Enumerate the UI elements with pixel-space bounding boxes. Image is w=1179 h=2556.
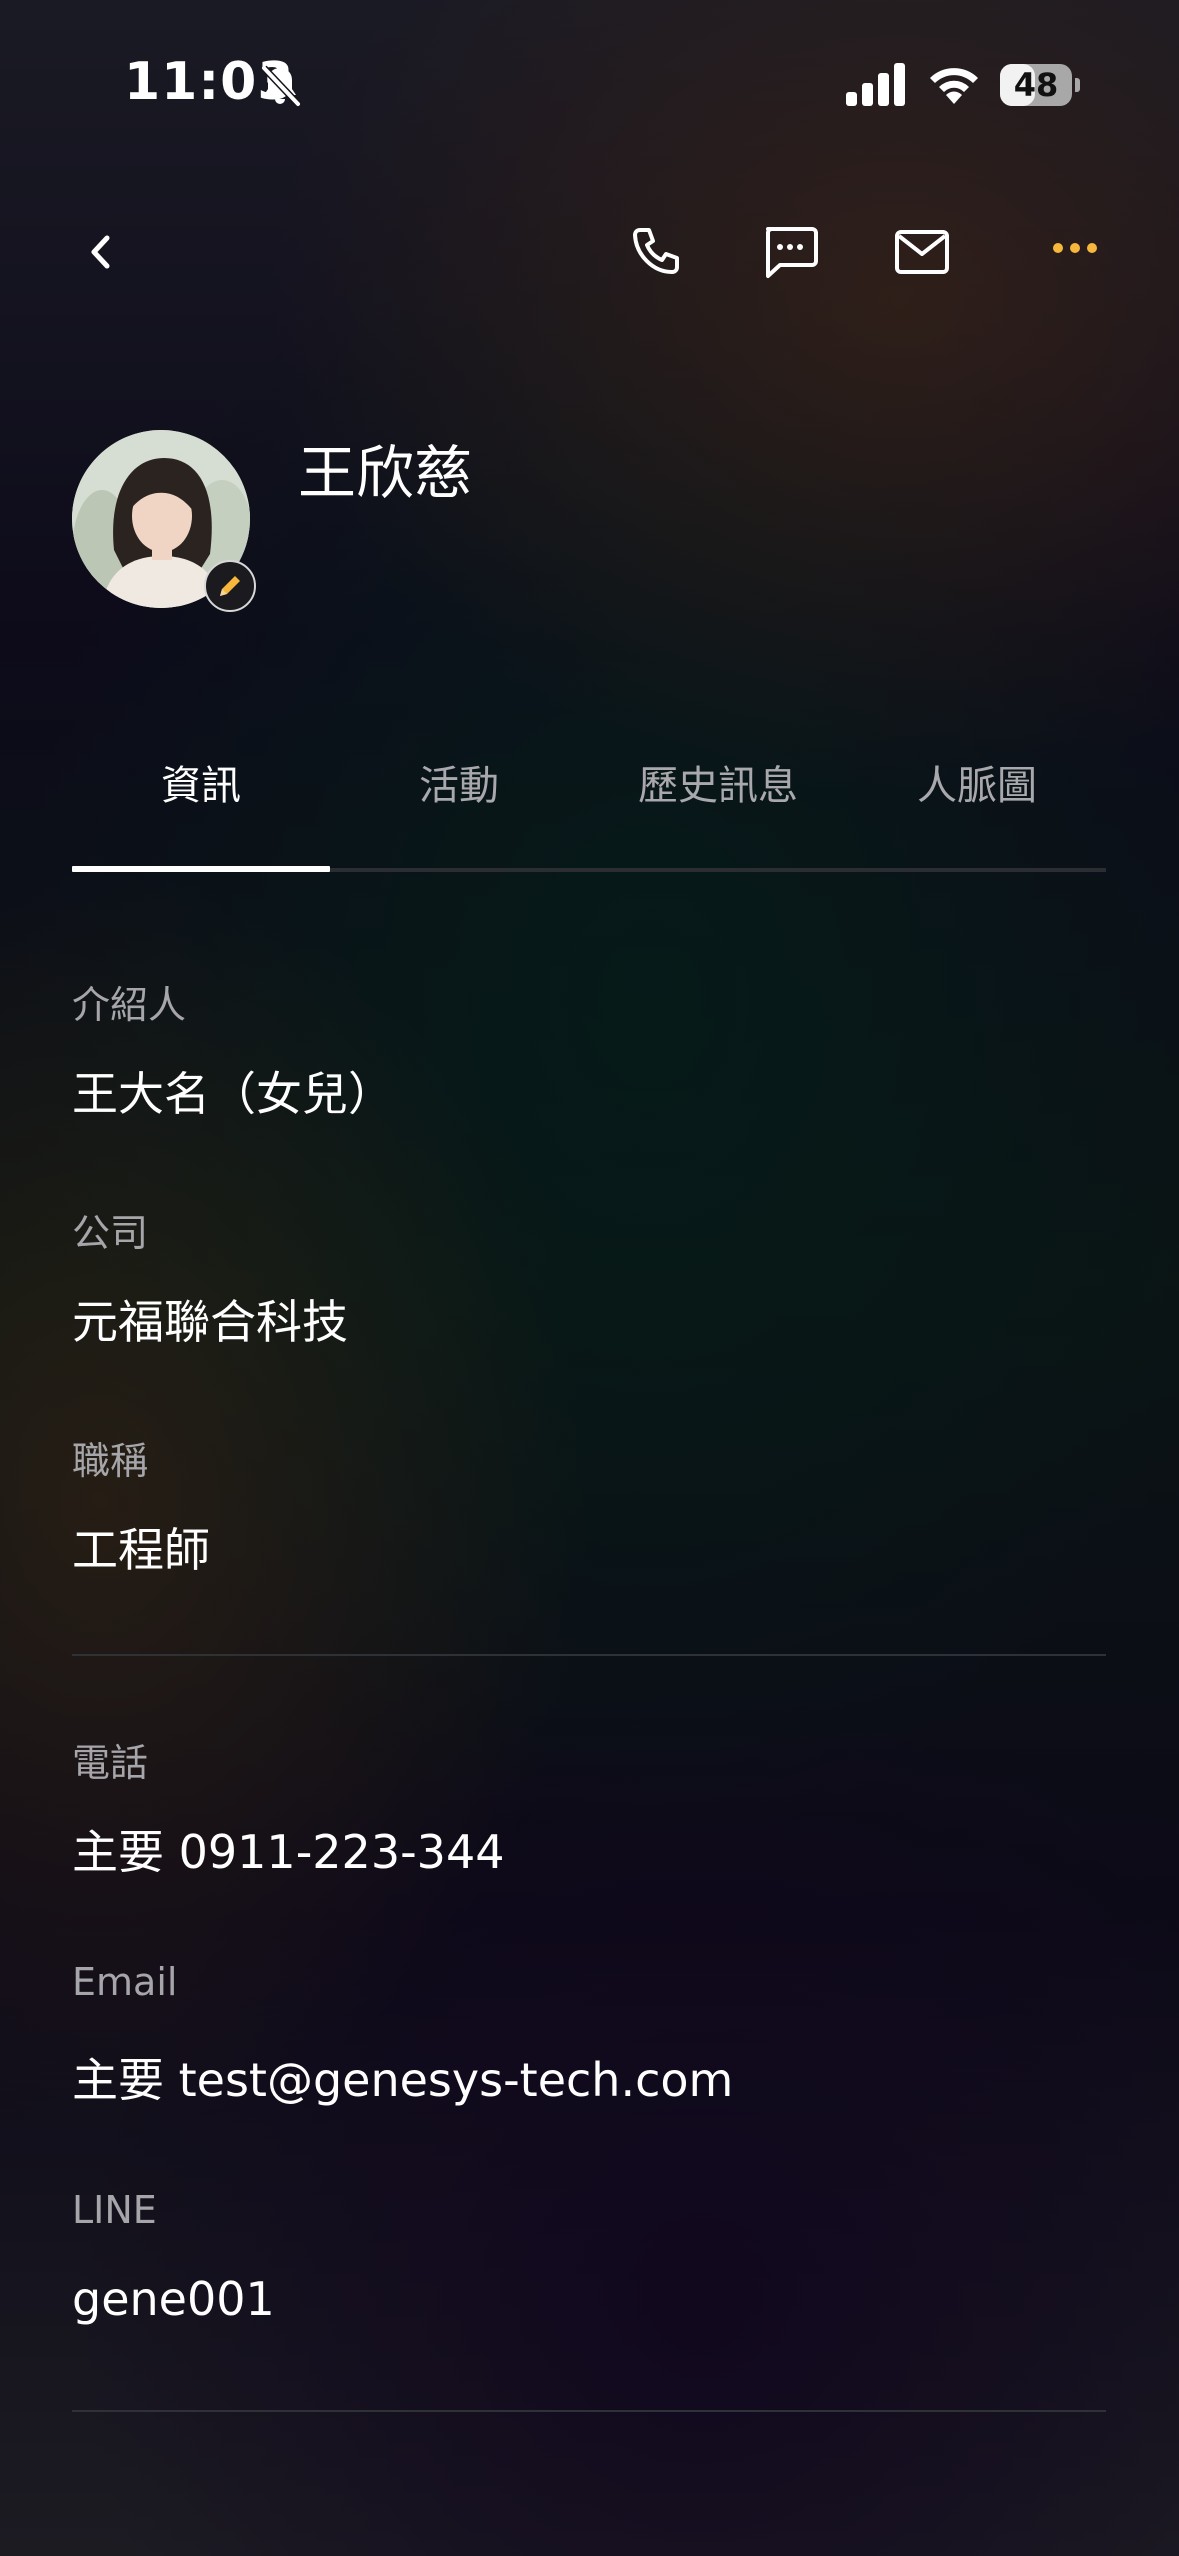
cellular-signal-icon [844,62,906,106]
phone-label: 電話 [72,1741,149,1785]
tab-info[interactable]: 資訊 [72,756,330,816]
email-value[interactable]: 主要 test@genesys-tech.com [72,2044,733,2110]
pencil-icon [220,576,240,596]
envelope-icon [895,230,949,274]
tab-bar: 資訊 活動 歷史訊息 人脈圖 [72,756,1106,876]
section-divider [72,1654,1106,1656]
job-title-label: 職稱 [72,1439,149,1483]
contact-name: 王欣慈 [298,439,473,507]
phone-value[interactable]: 主要 0911-223-344 [72,1816,505,1882]
company-label: 公司 [72,1211,149,1255]
chevron-left-icon [91,235,110,269]
battery-icon: 48 [1000,64,1080,108]
wifi-icon [926,60,982,106]
silent-bell-icon [256,62,304,110]
call-button[interactable] [628,224,684,280]
email-label: Email [72,1960,178,2004]
line-value[interactable]: gene001 [72,2272,275,2326]
back-button[interactable] [78,228,126,276]
message-bubble-icon [766,227,818,278]
referrer-label: 介紹人 [72,983,187,1027]
edit-avatar-button[interactable] [204,560,256,612]
active-tab-indicator [72,866,330,872]
tab-history-messages[interactable]: 歷史訊息 [589,756,847,816]
referrer-value: 王大名（女兒） [72,1067,394,1121]
tab-activity[interactable]: 活動 [330,756,588,816]
line-label: LINE [72,2188,157,2232]
job-title-value: 工程師 [72,1523,210,1577]
section-divider-bottom [72,2410,1106,2412]
ellipsis-icon [1053,243,1097,253]
tab-network-map[interactable]: 人脈圖 [848,756,1106,816]
phone-icon [633,228,679,274]
battery-level: 48 [1013,66,1059,104]
more-options-button[interactable] [1052,238,1098,258]
message-button[interactable] [760,224,820,280]
company-value: 元福聯合科技 [72,1295,348,1349]
email-button[interactable] [892,226,952,278]
